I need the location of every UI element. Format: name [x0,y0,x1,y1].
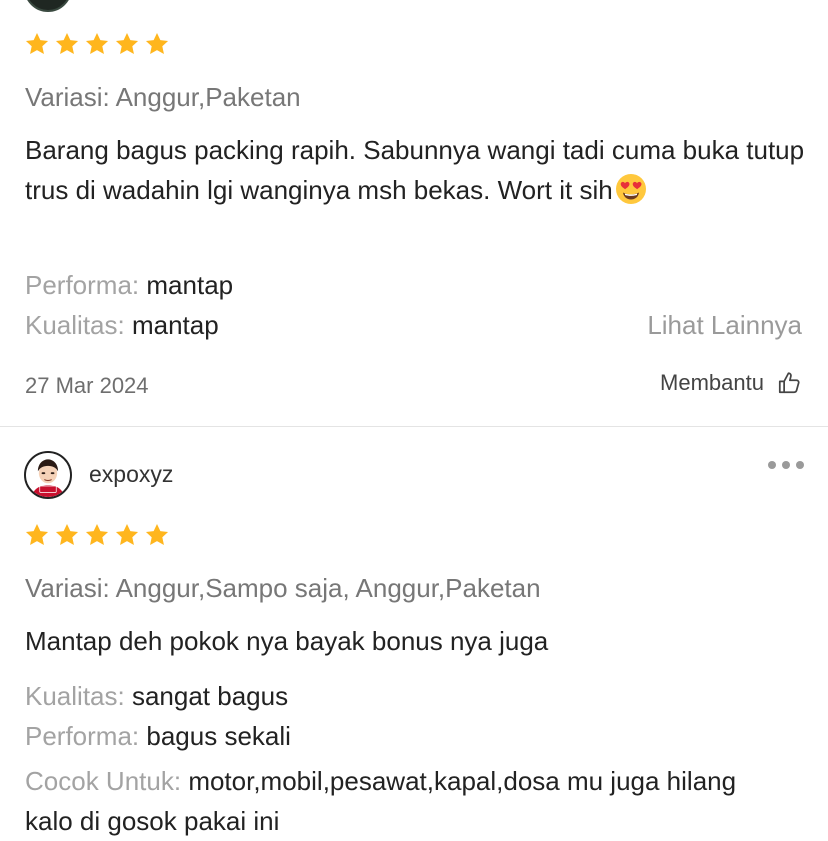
review-text-content: Mantap deh pokok nya bayak bonus nya jug… [25,626,549,656]
attribute-value: mantap [146,270,234,300]
more-dots-icon[interactable] [768,461,804,469]
review-text: Barang bagus packing rapih. Sabunnya wan… [25,130,805,210]
helpful-button[interactable]: Membantu [660,370,802,396]
variant-value: Anggur,Sampo saja, Anggur,Paketan [115,573,541,603]
attribute-label: Performa: [25,721,140,751]
star-icon [114,31,140,57]
star-icon [84,522,110,548]
heart-eyes-emoji [615,173,647,205]
review-variant: Variasi: Anggur,Sampo saja, Anggur,Paket… [25,573,541,604]
see-more-link[interactable]: Lihat Lainnya [647,310,802,341]
rating-stars [24,31,170,57]
star-icon [54,522,80,548]
star-icon [54,31,80,57]
more-dot [782,461,790,469]
attribute-row: Cocok Untuk: motor,mobil,pesawat,kapal,d… [25,761,785,841]
star-icon [84,31,110,57]
attribute-label: Cocok Untuk: [25,766,182,796]
attribute-label: Kualitas: [25,310,125,340]
attribute-row: Kualitas: mantap [25,310,219,341]
review-text: Mantap deh pokok nya bayak bonus nya jug… [25,621,805,661]
star-icon [144,522,170,548]
star-icon [114,522,140,548]
star-icon [24,31,50,57]
review-date: 27 Mar 2024 [25,373,149,398]
reviewer-username[interactable]: expoxyz [89,461,173,488]
more-dot [768,461,776,469]
more-dot [796,461,804,469]
reviewer-avatar[interactable] [24,451,72,499]
attribute-value: bagus sekali [146,721,291,751]
helpful-label: Membantu [660,370,764,395]
star-icon [24,522,50,548]
review-text-content: Barang bagus packing rapih. Sabunnya wan… [25,135,805,205]
attribute-value: sangat bagus [131,681,289,711]
review-variant: Variasi: Anggur,Paketan [25,82,301,113]
attribute-row: Kualitas: sangat bagus [25,681,288,712]
attribute-value: mantap [131,310,219,340]
attribute-label: Performa: [25,270,140,300]
variant-label: Variasi: [25,82,110,112]
attribute-row: Performa: mantap [25,270,233,301]
star-icon [144,31,170,57]
review-divider [0,426,828,427]
thumbs-up-icon [776,370,802,396]
reviewer-avatar[interactable] [24,0,72,12]
variant-label: Variasi: [25,573,110,603]
variant-value: Anggur,Paketan [115,82,301,112]
rating-stars [24,522,170,548]
attribute-row: Performa: bagus sekali [25,721,291,752]
attribute-label: Kualitas: [25,681,125,711]
